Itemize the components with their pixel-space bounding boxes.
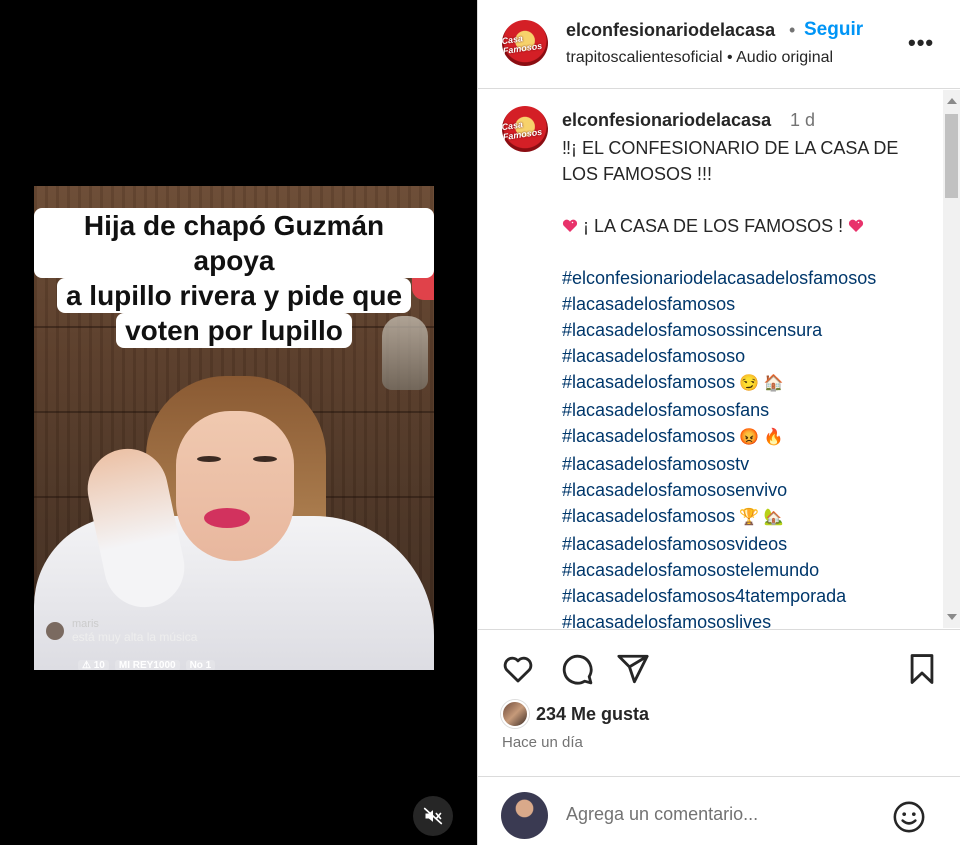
- post-actions: 234 Me gusta Hace un día: [478, 629, 960, 777]
- video-caption-line: voten por lupillo: [116, 313, 352, 348]
- liker-avatar[interactable]: [501, 700, 529, 728]
- bookmark-icon[interactable]: [905, 652, 939, 686]
- live-badge: ⚠ 10: [78, 660, 109, 670]
- current-user-avatar: [501, 792, 548, 839]
- caption-subtitle: ¡ LA CASA DE LOS FAMOSOS !: [562, 213, 928, 239]
- caption-username[interactable]: elconfesionariodelacasa: [562, 110, 771, 131]
- separator-dot: •: [789, 20, 796, 40]
- hashtag-link[interactable]: #lacasadelosfamosostelemundo: [562, 557, 928, 583]
- hashtag-text[interactable]: #lacasadelosfamososenvivo: [562, 480, 787, 500]
- mute-button[interactable]: [413, 796, 453, 836]
- emoji: 😡 🔥: [739, 429, 784, 446]
- hashtag-text[interactable]: #lacasadelosfamosostv: [562, 454, 749, 474]
- heart-emoji-icon: [849, 219, 864, 232]
- hashtag-link[interactable]: #lacasadelosfamosos 🏆 🏡: [562, 503, 928, 531]
- follow-button[interactable]: Seguir: [804, 19, 863, 41]
- live-badge: No 1: [185, 660, 216, 670]
- caption-author-avatar[interactable]: Casa Famosos: [502, 106, 548, 152]
- hashtag-link[interactable]: #lacasadelosfamosos: [562, 291, 928, 317]
- hashtag-text[interactable]: #lacasadelosfamososo: [562, 346, 745, 366]
- hashtag-text[interactable]: #lacasadelosfamosostelemundo: [562, 560, 819, 580]
- hashtag-text[interactable]: #lacasadelosfamososvideos: [562, 534, 787, 554]
- hashtag-link[interactable]: #lacasadelosfamosossincensura: [562, 317, 928, 343]
- hashtag-text[interactable]: #lacasadelosfamosos: [562, 294, 735, 314]
- video-caption-line: a lupillo rivera y pide que: [56, 278, 412, 313]
- live-badges: ⚠ 10 MI REY1000 No 1: [78, 660, 216, 670]
- emoji: 😏 🏠: [739, 375, 784, 392]
- hashtag-text[interactable]: #lacasadelosfamosos: [562, 506, 735, 526]
- post-side-panel: Casa Famosos elconfesionariodelacasa • S…: [477, 0, 960, 845]
- person-face: [176, 411, 294, 561]
- hashtag-link[interactable]: #elconfesionariodelacasadelosfamosos: [562, 265, 928, 291]
- hashtag-link[interactable]: #lacasadelosfamososo: [562, 343, 928, 369]
- speaker-muted-icon: [423, 807, 443, 825]
- caption-title: ‼¡ EL CONFESIONARIO DE LA CASA DE LOS FA…: [562, 138, 899, 184]
- hashtag-link[interactable]: #lacasadelosfamosostv: [562, 451, 928, 477]
- live-comment-user: maris: [72, 618, 99, 630]
- hashtag-text[interactable]: #elconfesionariodelacasadelosfamosos: [562, 268, 876, 288]
- hashtag-text[interactable]: #lacasadelosfamosos: [562, 372, 735, 392]
- live-comment-avatar: [46, 622, 64, 640]
- hashtag-link[interactable]: #lacasadelosfamososfans: [562, 397, 928, 423]
- hashtag-text[interactable]: #lacasadelosfamosossincensura: [562, 320, 822, 340]
- person-eyes: [197, 456, 277, 464]
- paper-plane-icon[interactable]: [616, 652, 650, 686]
- caption-time[interactable]: 1 d: [790, 110, 815, 131]
- video-frame[interactable]: Hija de chapó Guzmán apoya a lupillo riv…: [34, 186, 434, 670]
- hashtag-text[interactable]: #lacasadelosfamosos4tatemporada: [562, 586, 846, 606]
- author-username[interactable]: elconfesionariodelacasa: [566, 20, 775, 41]
- avatar-logo-text: Casa Famosos: [502, 119, 543, 143]
- scrollbar-thumb[interactable]: [945, 114, 958, 198]
- hashtag-link[interactable]: #lacasadelosfamososenvivo: [562, 477, 928, 503]
- comments-scrollbar[interactable]: [943, 90, 960, 628]
- heart-emoji-icon: [562, 219, 578, 232]
- hashtag-link[interactable]: #lacasadelosfamosos 😏 🏠: [562, 369, 928, 397]
- audio-attribution[interactable]: trapitoscalientesoficial • Audio origina…: [566, 49, 833, 67]
- comment-input[interactable]: [566, 804, 866, 825]
- comments-section[interactable]: Casa Famosos elconfesionariodelacasa 1 d…: [478, 90, 960, 628]
- emoji: 🏆 🏡: [739, 509, 784, 526]
- live-comment: maris está muy alta la música: [46, 618, 286, 644]
- video-caption: Hija de chapó Guzmán apoya a lupillo riv…: [34, 208, 434, 348]
- scroll-up-arrow-icon[interactable]: [947, 98, 957, 104]
- hashtag-link[interactable]: #lacasadelosfamososlives: [562, 609, 928, 628]
- add-comment-bar: [478, 778, 960, 845]
- hashtag-text[interactable]: #lacasadelosfamososlives: [562, 612, 771, 628]
- caption-body: ‼¡ EL CONFESIONARIO DE LA CASA DE LOS FA…: [562, 135, 928, 628]
- hashtag-link[interactable]: #lacasadelosfamosos4tatemporada: [562, 583, 928, 609]
- person-lips: [204, 508, 250, 528]
- video-pane[interactable]: Hija de chapó Guzmán apoya a lupillo riv…: [0, 0, 477, 845]
- author-avatar[interactable]: Casa Famosos: [502, 20, 548, 66]
- hashtag-text[interactable]: #lacasadelosfamosos: [562, 426, 735, 446]
- hashtag-text[interactable]: #lacasadelosfamososfans: [562, 400, 769, 420]
- smiley-icon[interactable]: [892, 800, 926, 834]
- speech-bubble-icon[interactable]: [560, 652, 594, 686]
- more-options-icon[interactable]: •••: [908, 30, 934, 56]
- hashtag-link[interactable]: #lacasadelosfamososvideos: [562, 531, 928, 557]
- video-caption-line: Hija de chapó Guzmán apoya: [34, 208, 434, 278]
- likes-count[interactable]: 234 Me gusta: [536, 704, 649, 725]
- hashtag-link[interactable]: #lacasadelosfamosos 😡 🔥: [562, 423, 928, 451]
- post-header: Casa Famosos elconfesionariodelacasa • S…: [478, 0, 960, 89]
- heart-outline-icon[interactable]: [501, 652, 535, 686]
- live-comment-text: está muy alta la música: [72, 630, 198, 644]
- caption-subtitle-text: ¡ LA CASA DE LOS FAMOSOS !: [583, 216, 844, 236]
- live-badge: MI REY1000: [114, 660, 180, 670]
- scroll-down-arrow-icon[interactable]: [947, 614, 957, 620]
- post-time-ago[interactable]: Hace un día: [502, 734, 583, 751]
- avatar-logo-text: Casa Famosos: [502, 33, 543, 57]
